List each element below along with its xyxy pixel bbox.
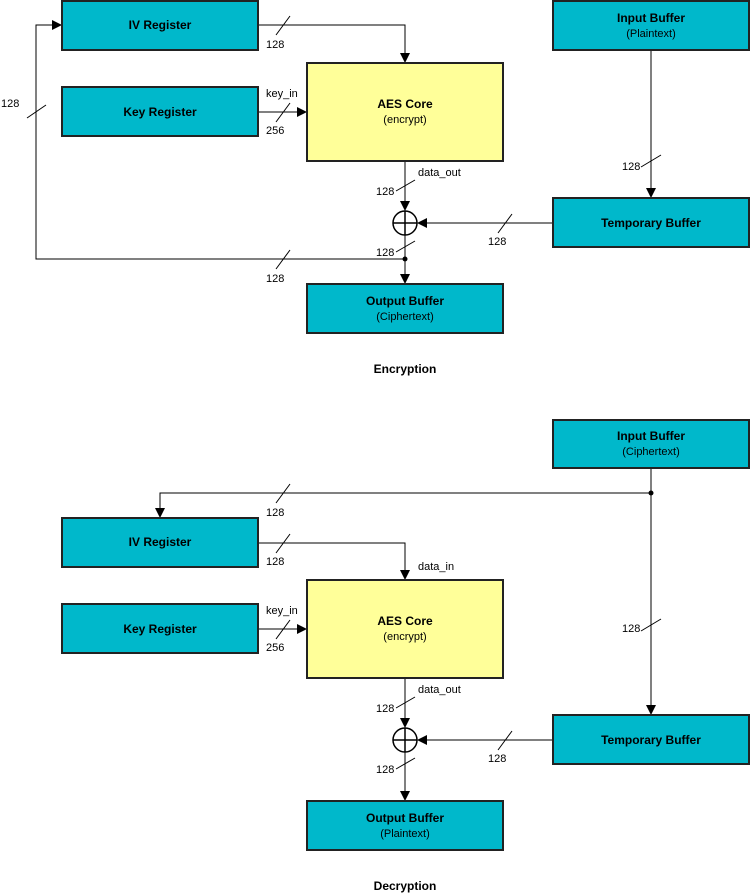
width-label: 128	[622, 623, 640, 635]
temporary-buffer-block: Temporary Buffer	[552, 714, 750, 765]
aes-core-block: AES Core (encrypt)	[306, 579, 504, 679]
width-label: 128	[1, 98, 19, 110]
output-buffer-block: Output Buffer (Plaintext)	[306, 800, 504, 851]
block-title: Temporary Buffer	[601, 733, 701, 747]
block-subtitle: (encrypt)	[383, 631, 426, 643]
key-register-block: Key Register	[61, 86, 259, 137]
block-subtitle: (Ciphertext)	[376, 311, 433, 323]
width-label: 128	[488, 753, 506, 765]
width-label: 256	[266, 125, 284, 137]
block-title: Key Register	[123, 105, 197, 119]
temporary-buffer-block: Temporary Buffer	[552, 197, 750, 248]
input-buffer-block: Input Buffer (Plaintext)	[552, 0, 750, 51]
encryption-diagram: 128 data_in key_in 256 data_out 128 128 …	[1, 0, 750, 376]
width-label: 128	[266, 39, 284, 51]
signal-label-data-out: data_out	[418, 167, 461, 179]
block-title: AES Core	[377, 614, 433, 628]
block-subtitle: (encrypt)	[383, 114, 426, 126]
block-title: Key Register	[123, 622, 197, 636]
output-buffer-block: Output Buffer (Ciphertext)	[306, 283, 504, 334]
block-title: AES Core	[377, 97, 433, 111]
input-to-iv-wire	[155, 492, 651, 518]
block-subtitle: (Plaintext)	[380, 828, 430, 840]
block-title: Input Buffer	[617, 11, 685, 25]
xor-icon	[392, 727, 418, 753]
input-buffer-block: Input Buffer (Ciphertext)	[552, 419, 750, 469]
block-title: Temporary Buffer	[601, 216, 701, 230]
width-label: 128	[266, 507, 284, 519]
block-title: Output Buffer	[366, 294, 444, 308]
width-label: 128	[266, 273, 284, 285]
block-title: IV Register	[129, 535, 192, 549]
decryption-diagram: 128 128 data_in key_in 256 data_out 128 …	[61, 419, 750, 893]
block-subtitle: (Ciphertext)	[622, 446, 679, 458]
width-label: 128	[622, 161, 640, 173]
signal-label-key-in: key_in	[266, 605, 298, 617]
width-label: 256	[266, 642, 284, 654]
decryption-caption: Decryption	[374, 879, 437, 893]
iv-register-block: IV Register	[61, 517, 259, 568]
iv-register-block: IV Register	[61, 0, 259, 51]
width-label: 128	[376, 247, 394, 259]
width-label: 128	[376, 764, 394, 776]
aes-core-block: AES Core (encrypt)	[306, 62, 504, 162]
signal-label-data-out: data_out	[418, 684, 461, 696]
width-label: 128	[266, 556, 284, 568]
xor-icon	[392, 210, 418, 236]
width-label: 128	[376, 703, 394, 715]
block-title: IV Register	[129, 18, 192, 32]
junction-dot	[402, 256, 408, 262]
aes-cbc-diagram: 128 data_in key_in 256 data_out 128 128 …	[1, 0, 750, 893]
block-title: Output Buffer	[366, 811, 444, 825]
width-label: 128	[488, 236, 506, 248]
signal-label-data-in: data_in	[418, 561, 454, 573]
junction-dot	[648, 490, 654, 496]
signal-label-key-in: key_in	[266, 88, 298, 100]
block-subtitle: (Plaintext)	[626, 28, 676, 40]
encryption-caption: Encryption	[374, 362, 437, 376]
key-register-block: Key Register	[61, 603, 259, 654]
block-title: Input Buffer	[617, 429, 685, 443]
width-label: 128	[376, 186, 394, 198]
